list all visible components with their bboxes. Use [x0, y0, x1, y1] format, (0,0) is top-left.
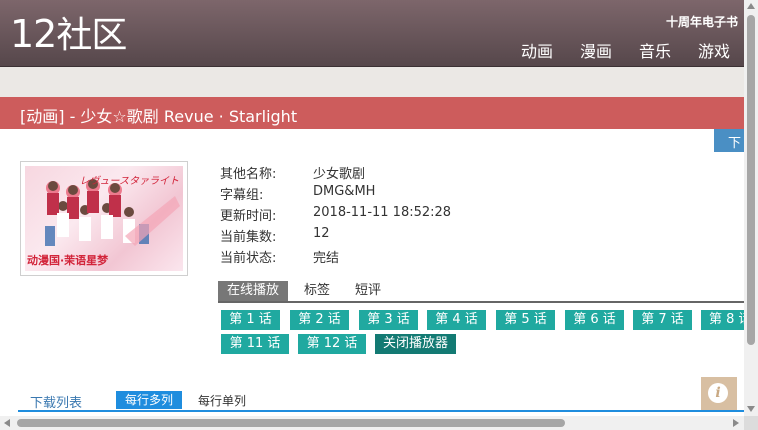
site-header: 12社区 十周年电子书 动画 漫画 音乐 游戏	[0, 0, 744, 67]
episode-button[interactable]: 第 8 话	[701, 310, 744, 330]
main-nav: 动画 漫画 音乐 游戏	[521, 38, 730, 62]
content-tabs: 在线播放 标签 短评	[218, 281, 744, 303]
download-list-title: 下载列表	[30, 396, 83, 411]
vertical-scrollbar[interactable]	[744, 0, 758, 416]
scrollbar-corner	[744, 416, 758, 430]
page-title-bar: [动画] - 少女☆歌剧 Revue · Starlight	[0, 97, 744, 129]
episode-button[interactable]: 第 2 话	[290, 310, 349, 330]
episode-button[interactable]: 第 7 话	[633, 310, 692, 330]
episode-button[interactable]: 第 12 话	[298, 334, 366, 354]
download-list-divider	[18, 410, 744, 412]
episode-button[interactable]: 第 1 话	[221, 310, 280, 330]
episode-button[interactable]: 第 4 话	[427, 310, 486, 330]
horizontal-scroll-thumb[interactable]	[17, 419, 565, 427]
scroll-up-arrow-icon[interactable]	[747, 3, 755, 9]
episode-button[interactable]: 第 6 话	[565, 310, 624, 330]
cover-caption: 动漫国·茉语星梦	[27, 254, 109, 267]
cover-subtitle: レヴュースタァライト	[79, 176, 180, 187]
tab-reviews[interactable]: 短评	[355, 281, 381, 301]
tab-online-play[interactable]: 在线播放	[218, 281, 289, 301]
info-button[interactable]: i	[701, 377, 737, 410]
scroll-right-arrow-icon[interactable]	[733, 419, 739, 427]
sub-header-bar	[0, 67, 744, 97]
episode-button[interactable]: 第 3 话	[359, 310, 418, 330]
nav-manga[interactable]: 漫画	[580, 38, 612, 62]
tab-tags[interactable]: 标签	[304, 281, 330, 301]
close-player-button[interactable]: 关闭播放器	[375, 334, 456, 354]
site-logo[interactable]: 12社区	[10, 12, 127, 58]
vertical-scroll-thumb[interactable]	[747, 15, 755, 345]
download-button[interactable]: 下	[714, 129, 744, 152]
mode-multi-column-button[interactable]: 每行多列	[116, 391, 182, 409]
mode-single-column-button[interactable]: 每行单列	[198, 392, 246, 409]
info-icon: i	[708, 383, 728, 403]
horizontal-scrollbar[interactable]	[0, 416, 744, 430]
episode-button[interactable]: 第 5 话	[496, 310, 555, 330]
tenth-anniversary-link[interactable]: 十周年电子书	[666, 13, 738, 30]
scroll-left-arrow-icon[interactable]	[4, 419, 10, 427]
nav-music[interactable]: 音乐	[639, 38, 671, 62]
scroll-down-arrow-icon[interactable]	[747, 406, 755, 412]
cover-image: レヴュースタァライト 动漫国·茉语星梦	[20, 161, 188, 276]
episode-button[interactable]: 第 11 话	[221, 334, 289, 354]
page-title: [动画] - 少女☆歌剧 Revue · Starlight	[20, 107, 298, 126]
nav-anime[interactable]: 动画	[521, 38, 553, 62]
nav-games[interactable]: 游戏	[698, 38, 730, 62]
